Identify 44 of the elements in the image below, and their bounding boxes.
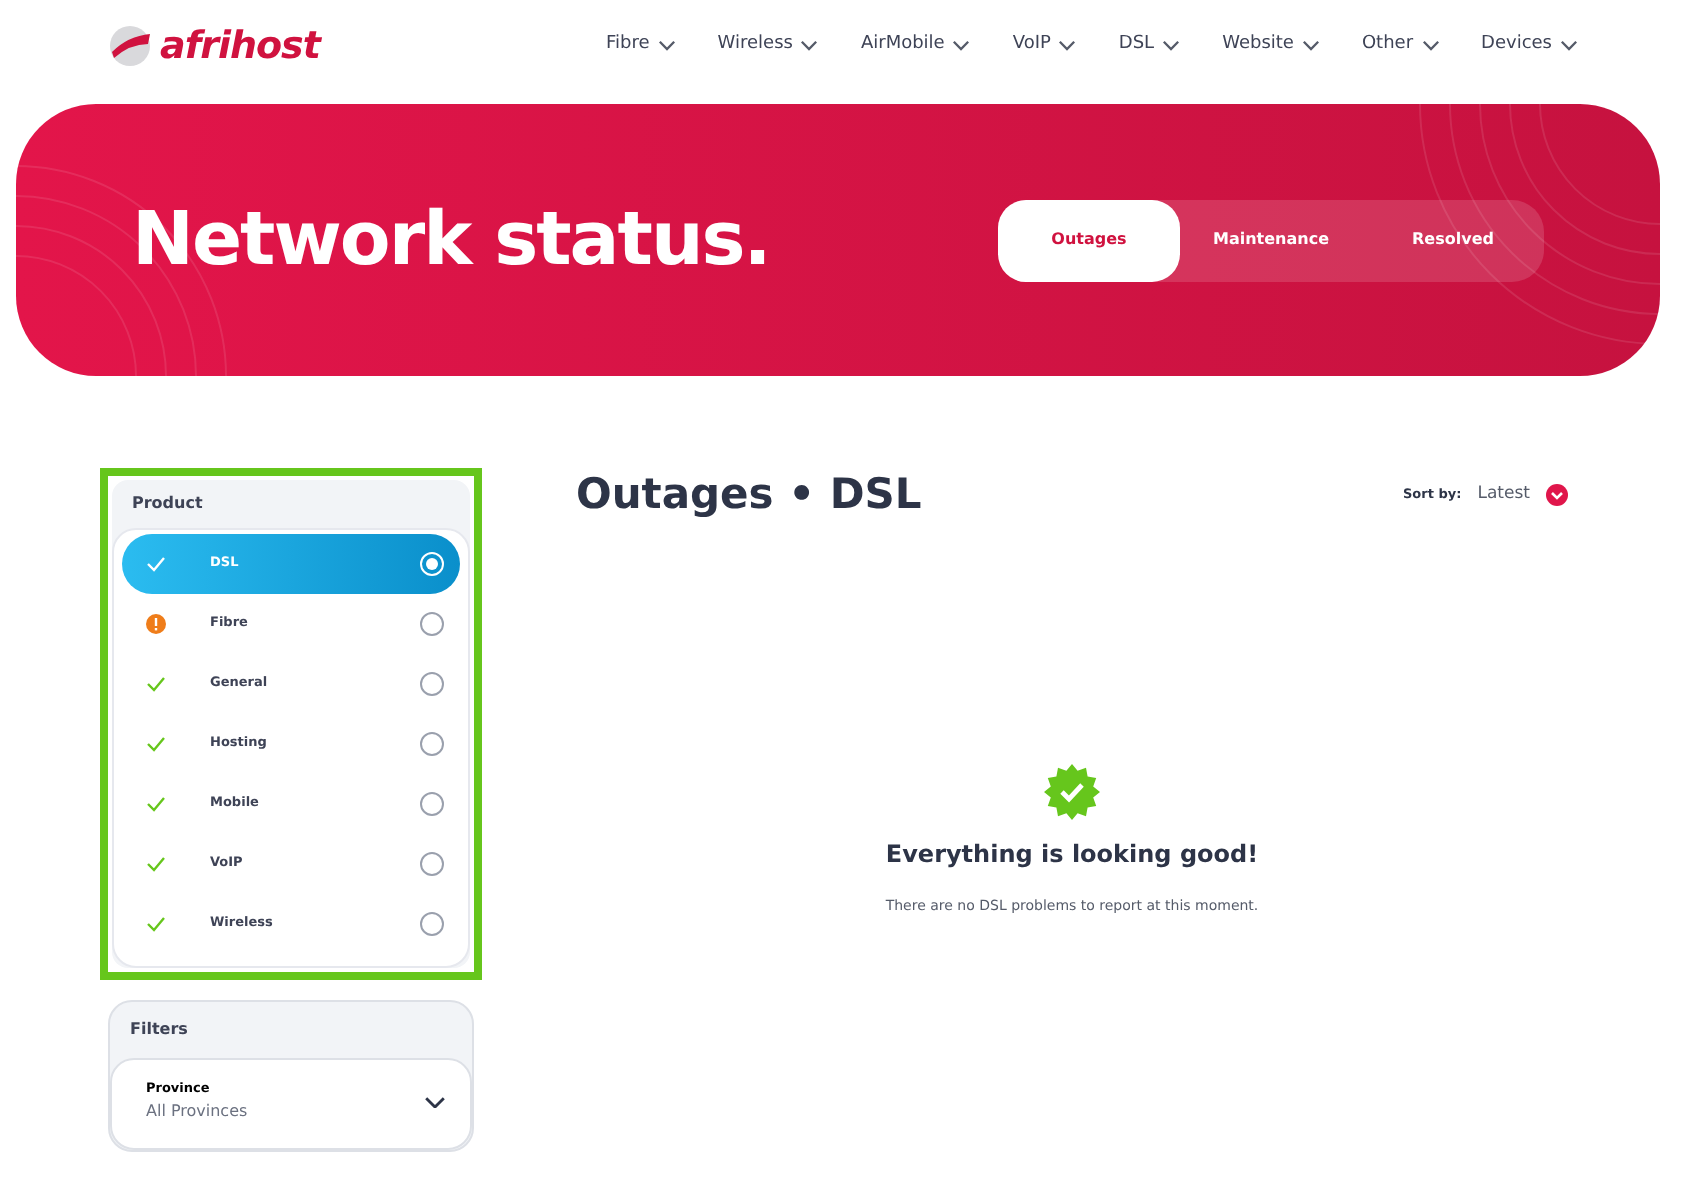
radio-button[interactable]: [420, 792, 444, 816]
nav-menu[interactable]: Wireless: [717, 32, 819, 60]
chevron-down-icon: [952, 40, 971, 52]
page-title: Network status.: [132, 194, 770, 287]
chevron-down-icon: [1546, 484, 1568, 507]
chevron-down-icon: [1301, 40, 1320, 52]
chevron-down-icon: [800, 40, 819, 52]
field-value: All Provinces: [146, 1099, 248, 1124]
check-icon: [146, 796, 166, 812]
nav-menu[interactable]: VoIP: [1012, 32, 1077, 60]
logo-icon: [108, 24, 152, 68]
radio-button[interactable]: [420, 912, 444, 936]
warning-icon: [146, 614, 166, 634]
logo-text[interactable]: afrihost: [160, 17, 320, 75]
section-heading: Outages • DSL: [576, 468, 922, 522]
panel-title: Product: [130, 492, 205, 516]
status-tab[interactable]: Outages: [998, 199, 1180, 281]
check-icon: [146, 736, 166, 752]
nav-menu[interactable]: AirMobile: [860, 32, 971, 60]
check-icon: [146, 916, 166, 932]
nav-menu[interactable]: DSL: [1118, 32, 1181, 60]
verified-badge-icon: [1044, 763, 1100, 819]
nav-menu[interactable]: Website: [1222, 32, 1320, 60]
chevron-down-icon: [424, 1095, 446, 1109]
chevron-down-icon: [1421, 40, 1440, 52]
radio-button[interactable]: [420, 672, 444, 696]
empty-state-title: Everything is looking good!: [885, 837, 1259, 871]
nav-menu[interactable]: Fibre: [606, 32, 676, 60]
panel-title: Filters: [128, 1018, 190, 1042]
radio-button[interactable]: [420, 612, 444, 636]
chevron-down-icon: [1058, 40, 1077, 52]
nav-menu[interactable]: Devices: [1481, 32, 1578, 60]
chevron-down-icon: [1560, 40, 1578, 52]
status-tab[interactable]: Resolved: [1362, 199, 1544, 281]
check-icon: [146, 676, 166, 692]
chevron-down-icon: [1162, 40, 1181, 52]
sort-dropdown[interactable]: Latest: [1477, 482, 1568, 509]
radio-button[interactable]: [420, 852, 444, 876]
status-tab[interactable]: Maintenance: [1180, 199, 1362, 281]
nav-menu[interactable]: Other: [1361, 32, 1440, 60]
check-icon: [146, 856, 166, 872]
radio-button[interactable]: [420, 732, 444, 756]
chevron-down-icon: [657, 40, 676, 52]
check-icon: [146, 556, 166, 572]
